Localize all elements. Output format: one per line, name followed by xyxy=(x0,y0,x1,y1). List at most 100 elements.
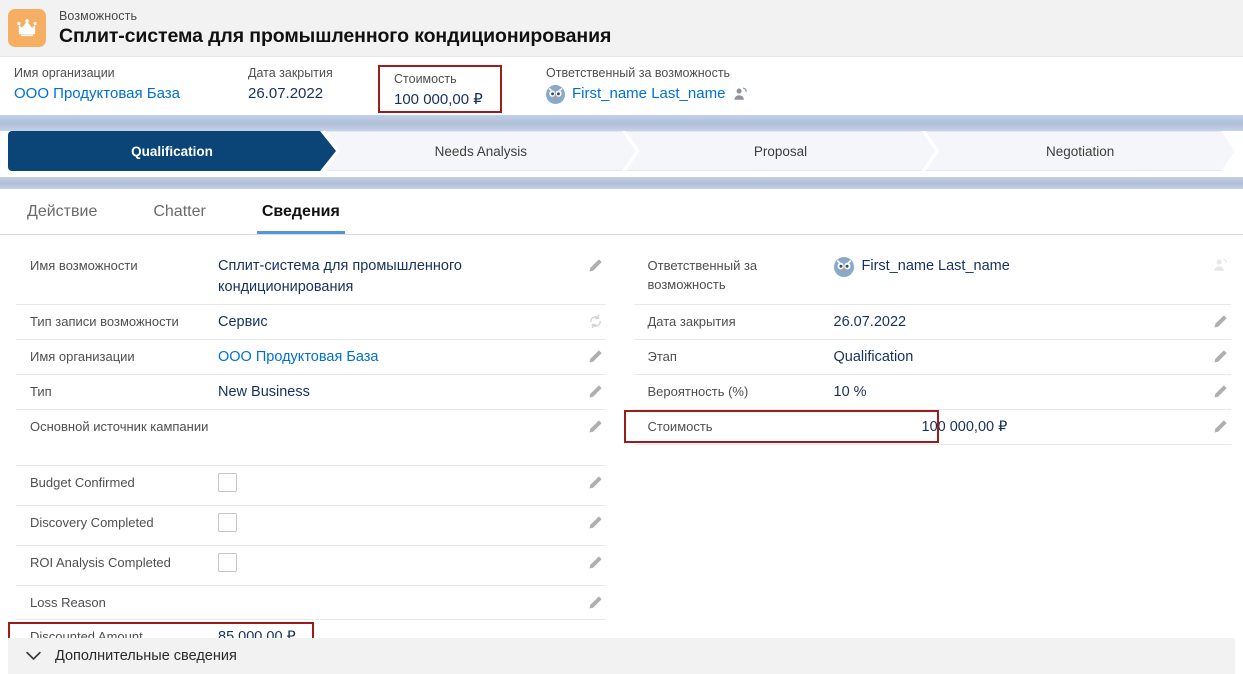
field-opportunity-name: Имя возможности Сплит-система для промыш… xyxy=(16,249,606,305)
highlight-field-account-name: Имя организации ООО Продуктовая База xyxy=(14,65,244,106)
tab-label: Сведения xyxy=(261,203,340,220)
avatar xyxy=(833,256,854,277)
edit-pencil-icon[interactable] xyxy=(1213,384,1229,400)
highlight-value-owner[interactable]: First_name Last_name xyxy=(546,82,748,106)
field-value xyxy=(218,553,606,579)
field-value: 100 000,00 ₽ xyxy=(921,419,1008,435)
tab-label: Действие xyxy=(27,203,98,220)
field-label: Имя организации xyxy=(30,349,135,364)
path-stage-label: Negotiation xyxy=(1046,143,1115,159)
field-type: Тип New Business xyxy=(16,375,606,410)
field-loss-reason: Loss Reason xyxy=(16,586,606,620)
field-discovery-completed: Discovery Completed xyxy=(16,506,606,546)
highlight-label-amount: Стоимость xyxy=(394,72,457,86)
field-opportunity-owner: Ответственный за возможность First_name … xyxy=(633,249,1232,305)
edit-pencil-icon[interactable] xyxy=(1213,419,1229,435)
tab-chatter[interactable]: Chatter xyxy=(148,202,210,234)
field-account-name: Имя организации ООО Продуктовая База xyxy=(16,340,606,375)
locked-field-icon xyxy=(588,314,604,330)
field-value: First_name Last_name xyxy=(833,256,1232,277)
field-probability: Вероятность (%) 10 % xyxy=(633,375,1231,410)
details-panel: Имя возможности Сплит-система для промыш… xyxy=(0,235,1243,655)
checkbox-roi-analysis-completed[interactable] xyxy=(218,553,237,572)
divider-band-top xyxy=(0,115,1243,131)
sales-path: Qualification Needs Analysis Proposal Ne… xyxy=(0,131,1243,177)
record-highlights-bar: Имя организации ООО Продуктовая База Дат… xyxy=(0,57,1243,115)
path-stage-needs-analysis[interactable]: Needs Analysis xyxy=(326,131,636,171)
field-opportunity-record-type: Тип записи возможности Сервис xyxy=(16,305,606,340)
edit-pencil-icon[interactable] xyxy=(588,475,604,491)
edit-pencil-icon[interactable] xyxy=(588,258,604,274)
crown-icon xyxy=(8,9,46,47)
field-label: Budget Confirmed xyxy=(30,475,135,490)
highlight-field-amount: Стоимость 100 000,00 ₽ xyxy=(378,65,502,113)
checkbox-discovery-completed[interactable] xyxy=(218,513,237,532)
path-stage-negotiation[interactable]: Negotiation xyxy=(925,131,1235,171)
field-label: Вероятность (%) xyxy=(647,384,749,399)
edit-pencil-icon[interactable] xyxy=(1213,349,1229,365)
path-stage-label: Proposal xyxy=(753,143,808,159)
edit-pencil-icon[interactable] xyxy=(1213,314,1229,330)
field-value: Сплит-система для промышленного кондицио… xyxy=(218,258,463,295)
highlight-label-account-name: Имя организации xyxy=(14,66,115,80)
details-left-column: Имя возможности Сплит-система для промыш… xyxy=(0,249,622,655)
divider-band-bottom xyxy=(0,177,1243,189)
highlight-field-owner: Ответственный за возможность First_name … xyxy=(546,65,748,106)
details-right-column: Ответственный за возможность First_name … xyxy=(622,249,1243,655)
field-close-date: Дата закрытия 26.07.2022 xyxy=(633,305,1231,340)
edit-pencil-icon[interactable] xyxy=(588,384,604,400)
field-label: Ответственный за возможность xyxy=(647,258,758,292)
highlight-value-close-date: 26.07.2022 xyxy=(248,85,324,102)
path-stage-proposal[interactable]: Proposal xyxy=(626,131,936,171)
field-value: New Business xyxy=(218,384,310,400)
chevron-down-icon xyxy=(26,651,41,661)
field-budget-confirmed: Budget Confirmed xyxy=(16,466,606,506)
field-value xyxy=(218,513,606,539)
tab-activity[interactable]: Действие xyxy=(22,202,102,234)
edit-pencil-icon[interactable] xyxy=(588,349,604,365)
field-stage: Этап Qualification xyxy=(633,340,1231,375)
field-roi-analysis-completed: ROI Analysis Completed xyxy=(16,546,606,586)
edit-pencil-icon[interactable] xyxy=(588,419,604,435)
field-value: 26.07.2022 xyxy=(833,314,907,330)
owner-name-text: First_name Last_name xyxy=(572,85,726,102)
opportunity-record-page: Возможность Сплит-система для промышленн… xyxy=(0,0,1243,674)
edit-pencil-icon[interactable] xyxy=(588,555,604,571)
section-label: Дополнительные сведения xyxy=(55,648,237,664)
page-title: Сплит-система для промышленного кондицио… xyxy=(59,24,612,47)
path-stage-label: Qualification xyxy=(131,143,213,159)
owner-name-link[interactable]: First_name Last_name xyxy=(862,256,1010,277)
field-label: Тип записи возможности xyxy=(30,314,179,329)
record-header-text: Возможность Сплит-система для промышленн… xyxy=(59,8,611,49)
highlight-value-account-name[interactable]: ООО Продуктовая База xyxy=(14,82,244,106)
change-owner-icon xyxy=(1213,258,1229,274)
tab-label: Chatter xyxy=(153,203,206,220)
highlight-field-close-date: Дата закрытия 26.07.2022 xyxy=(248,65,378,106)
section-additional-information[interactable]: Дополнительные сведения xyxy=(8,638,1235,674)
field-label: Стоимость xyxy=(647,419,713,434)
field-value[interactable]: ООО Продуктовая База xyxy=(218,347,606,368)
checkbox-budget-confirmed[interactable] xyxy=(218,473,237,492)
field-label: ROI Analysis Completed xyxy=(30,555,171,570)
field-label: Discovery Completed xyxy=(30,515,154,530)
field-label: Основной источник кампании xyxy=(30,419,209,434)
follow-user-icon[interactable] xyxy=(733,87,748,101)
field-label: Имя возможности xyxy=(30,258,138,273)
record-header: Возможность Сплит-система для промышленн… xyxy=(0,0,1243,57)
field-primary-campaign-source: Основной источник кампании xyxy=(16,410,606,466)
field-label: Этап xyxy=(647,349,677,364)
highlight-value-amount: 100 000,00 ₽ xyxy=(394,91,483,108)
path-stage-qualification[interactable]: Qualification xyxy=(8,131,336,171)
field-value xyxy=(218,473,606,499)
edit-pencil-icon[interactable] xyxy=(588,595,604,611)
field-label: Тип xyxy=(30,384,52,399)
path-stage-label: Needs Analysis xyxy=(434,143,527,159)
record-tabs: Действие Chatter Сведения xyxy=(0,189,1243,235)
tab-details[interactable]: Сведения xyxy=(256,202,345,234)
field-value: 10 % xyxy=(833,384,867,400)
field-value: Сервис xyxy=(218,314,268,330)
avatar xyxy=(546,84,565,104)
highlight-label-close-date: Дата закрытия xyxy=(248,66,333,80)
field-value: Qualification xyxy=(833,349,914,365)
edit-pencil-icon[interactable] xyxy=(588,515,604,531)
